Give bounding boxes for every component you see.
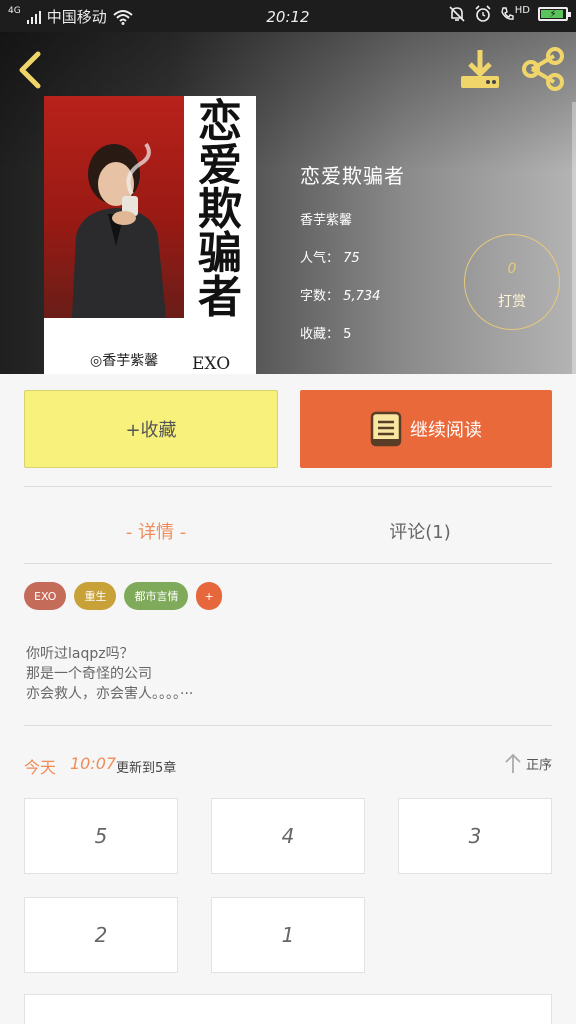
add-tag-button[interactable]: + <box>196 582 222 610</box>
alarm-icon <box>475 5 491 22</box>
popularity-label: 人气： <box>300 251 340 266</box>
arrow-up-icon <box>505 753 521 773</box>
update-info: 更新到5章 <box>116 761 177 776</box>
book-intro[interactable]: 你听过laqpz吗？ 那是一个奇怪的公司 亦会救人，亦会害人。。。。··· <box>26 644 193 704</box>
book-cover[interactable]: 恋 爱 欺 骗 者 ◎香芋紫馨 EXO <box>44 96 256 374</box>
cover-title-char: 爱 <box>198 140 242 191</box>
battery-icon: ⚡ <box>538 7 571 21</box>
update-time: 10:07 <box>70 754 117 773</box>
hd-label: HD <box>514 4 530 16</box>
chapter-button[interactable]: 1 <box>211 897 365 973</box>
intro-line: 亦会救人，亦会害人。。。。··· <box>26 686 194 702</box>
book-title: 恋爱欺骗者 <box>300 164 405 188</box>
tip-label: 打赏 <box>498 294 526 310</box>
scrollbar[interactable] <box>572 102 576 374</box>
word-count-value: 5,734 <box>343 289 381 304</box>
detail-tabs: - 详情 - 评论(1) <box>24 500 552 560</box>
tip-count: 0 <box>507 261 517 277</box>
cover-photo <box>44 96 184 318</box>
chapter-button[interactable]: 2 <box>24 897 178 973</box>
update-day: 今天 <box>24 758 57 777</box>
collect-button-label: +收藏 <box>125 420 177 441</box>
tag-item[interactable]: 重生 <box>74 582 117 610</box>
chapter-button[interactable]: 5 <box>24 798 178 874</box>
cover-title: 恋 爱 欺 骗 者 <box>184 96 256 323</box>
popularity-row: 人气： 75 <box>300 247 405 266</box>
book-icon <box>370 411 402 447</box>
book-author: 香芋紫馨 <box>300 213 353 228</box>
collect-button[interactable]: +收藏 <box>24 390 278 468</box>
cover-title-char: 骗 <box>198 228 242 279</box>
tag-item[interactable]: 都市言情 <box>124 582 189 610</box>
tip-button[interactable]: 0 打赏 <box>464 234 560 330</box>
more-panel[interactable] <box>24 994 552 1024</box>
tag-list: EXO 重生 都市言情 + <box>24 582 222 610</box>
tab-comments[interactable]: 评论(1) <box>288 518 552 544</box>
intro-line: 你听过laqpz吗？ <box>26 646 134 662</box>
cover-title-char: 恋 <box>198 96 242 147</box>
tab-details[interactable]: - 详情 - <box>24 518 288 544</box>
favorites-label: 收藏： <box>300 327 340 342</box>
chapter-button[interactable]: 4 <box>211 798 365 874</box>
bell-off-icon <box>449 6 465 22</box>
book-header: 恋 爱 欺 骗 者 ◎香芋紫馨 EXO 恋爱欺骗者 香芋紫馨 人气： 75 字数… <box>0 32 576 374</box>
book-meta: 恋爱欺骗者 香芋紫馨 人气： 75 字数： 5,734 收藏： 5 <box>300 160 405 361</box>
cover-brand: EXO <box>192 354 231 374</box>
call-hd-icon: HD <box>500 4 530 22</box>
share-icon[interactable] <box>520 46 566 92</box>
intro-line: 那是一个奇怪的公司 <box>26 666 152 682</box>
continue-reading-button[interactable]: 继续阅读 <box>300 390 552 468</box>
continue-reading-label: 继续阅读 <box>410 420 482 441</box>
download-icon[interactable] <box>456 44 504 92</box>
favorites-value: 5 <box>343 327 352 342</box>
update-row: 今天 10:07 更新到5章 正序 <box>24 752 552 782</box>
word-count-row: 字数： 5,734 <box>300 285 405 304</box>
sort-order-label: 正序 <box>525 757 552 773</box>
divider <box>24 725 552 726</box>
popularity-value: 75 <box>343 251 360 266</box>
chapter-button[interactable]: 3 <box>398 798 552 874</box>
cover-author: ◎香芋紫馨 <box>90 353 159 369</box>
status-bar: 4G 中国移动 20:12 HD ⚡ <box>0 0 576 32</box>
favorites-row: 收藏： 5 <box>300 323 405 342</box>
word-count-label: 字数： <box>300 289 340 304</box>
cover-title-char: 者 <box>198 272 242 323</box>
sort-order-button[interactable]: 正序 <box>504 752 552 774</box>
divider <box>24 563 552 564</box>
tag-item[interactable]: EXO <box>24 582 67 610</box>
cover-title-char: 欺 <box>198 184 242 235</box>
cover-person-image <box>72 142 166 318</box>
divider <box>24 486 552 487</box>
back-chevron-icon[interactable] <box>14 50 48 90</box>
